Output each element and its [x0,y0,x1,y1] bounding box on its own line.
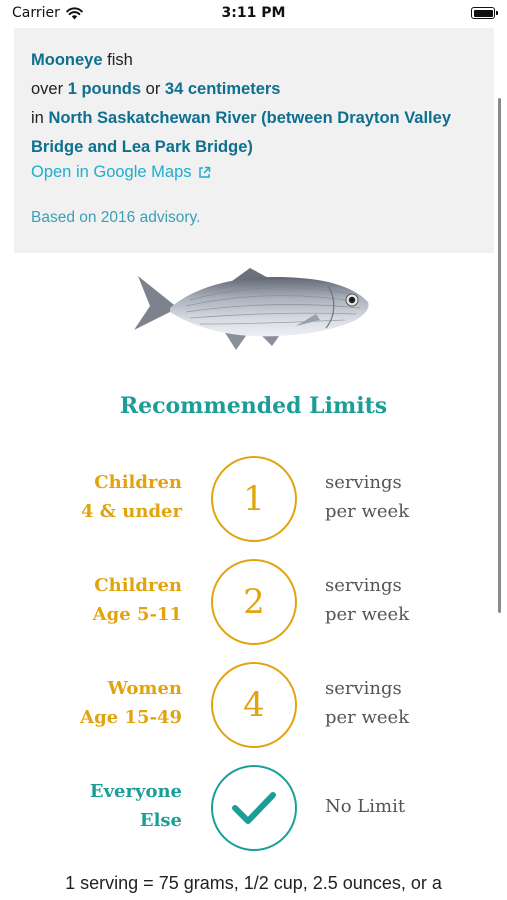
checkmark-icon [232,792,276,824]
limit-row-children-4-under: Children 4 & under 1 servings per week [0,452,507,542]
fish-word: fish [107,51,133,69]
size-line: over 1 pounds or 34 centimeters [31,75,477,104]
over-word: over [31,80,64,98]
battery-icon [471,7,498,19]
no-limit-label: No Limit [325,796,406,817]
advisory-note: Based on 2016 advisory. [31,209,201,226]
limit-group-label: Women Age 15-49 [80,678,182,728]
servings-count-badge: 4 [211,662,297,748]
serving-size-note: 1 serving = 75 grams, 1/2 cup, 2.5 ounce… [65,873,442,893]
limit-group-label: Children Age 5-11 [92,575,182,625]
servings-count-badge: 2 [211,559,297,645]
location-line: in North Saskatchewan River (between Dra… [31,104,477,162]
limit-row-everyone-else: Everyone Else No Limit [0,761,507,851]
size-pounds: 1 pounds [67,80,142,98]
status-bar: Carrier 3:11 PM [0,0,507,28]
no-limit-badge [211,765,297,851]
servings-count-badge: 1 [211,456,297,542]
species-line: Mooneye fish [31,46,477,75]
google-maps-link-label: Open in Google Maps [31,163,192,181]
location-name: North Saskatchewan River (between Drayto… [31,109,451,156]
size-centimeters: 34 centimeters [164,80,281,98]
google-maps-link[interactable]: Open in Google Maps [31,163,211,182]
servings-unit: servings per week [325,472,410,522]
limit-row-children-5-11: Children Age 5-11 2 servings per week [0,555,507,645]
in-word: in [31,109,44,127]
limit-group-label: Everyone Else [89,781,182,831]
servings-unit: servings per week [325,678,410,728]
mooneye-fish-image [134,268,369,350]
servings-unit: servings per week [325,575,410,625]
or-word: or [145,80,161,98]
external-link-icon [198,166,210,178]
species-name: Mooneye [31,51,103,69]
limit-group-label: Children 4 & under [80,472,182,522]
status-time: 3:11 PM [221,5,286,21]
limit-row-women-15-49: Women Age 15-49 4 servings per week [0,658,507,748]
fish-info-card: Mooneye fish over 1 pounds or 34 centime… [14,28,494,253]
recommended-limits-title: Recommended Limits [119,393,388,419]
